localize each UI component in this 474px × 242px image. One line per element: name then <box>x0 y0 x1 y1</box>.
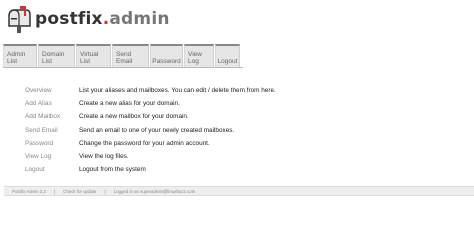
add-alias-link[interactable]: Add Alias <box>25 100 79 107</box>
logo-name-admin: admin <box>109 9 170 29</box>
list-item: View Log View the log files. <box>25 150 276 163</box>
footer: Postfix Admin 2.2 | Check for update | L… <box>4 186 474 196</box>
list-item: Overview List your aliases and mailboxes… <box>25 84 276 97</box>
list-item: Password Change the password for your ad… <box>25 137 276 150</box>
password-description: Change the password for your admin accou… <box>79 139 210 147</box>
list-item: Add Alias Create a new alias for your do… <box>25 97 276 110</box>
add-alias-description: Create a new alias for your domain. <box>79 100 180 108</box>
send-email-description: Send an email to one of your newly creat… <box>79 126 235 134</box>
footer-separator: | <box>53 188 56 194</box>
menu-password[interactable]: Password <box>150 44 183 68</box>
postfixadmin-page: postfix.admin Admin List Domain List Vir… <box>0 0 474 242</box>
logo-name-main: postfix <box>35 9 103 29</box>
overview-description: List your aliases and mailboxes. You can… <box>79 87 276 95</box>
menu-logout[interactable]: Logout <box>215 44 240 68</box>
menu-send-email[interactable]: Send Email <box>112 44 149 68</box>
footer-version[interactable]: Postfix Admin 2.2 <box>12 189 46 194</box>
menu-virtual-list[interactable]: Virtual List <box>76 44 111 68</box>
overview-list: Overview List your aliases and mailboxes… <box>25 84 276 176</box>
list-item: Logout Logout from the system <box>25 163 276 176</box>
list-item: Add Mailbox Create a new mailbox for you… <box>25 110 276 123</box>
view-log-link[interactable]: View Log <box>25 153 79 160</box>
add-mailbox-description: Create a new mailbox for your domain. <box>79 113 189 121</box>
footer-logged-in: Logged in as superadmin@linuxbuzz.com <box>113 188 196 194</box>
send-email-link[interactable]: Send Email <box>25 127 79 134</box>
menu-admin-list[interactable]: Admin List <box>3 44 37 68</box>
logo[interactable]: postfix.admin <box>5 4 170 34</box>
logout-description: Logout from the system <box>79 166 146 174</box>
password-link[interactable]: Password <box>25 140 79 147</box>
logout-link[interactable]: Logout <box>25 166 79 173</box>
mailbox-icon <box>8 6 31 33</box>
logo-text: postfix.admin <box>35 9 170 29</box>
menu-domain-list[interactable]: Domain List <box>38 44 75 68</box>
menu-view-log[interactable]: View Log <box>184 44 214 68</box>
view-log-description: View the log files. <box>79 153 129 161</box>
footer-separator: | <box>104 188 106 194</box>
list-item: Send Email Send an email to one of your … <box>25 124 276 137</box>
add-mailbox-link[interactable]: Add Mailbox <box>25 113 79 120</box>
overview-link[interactable]: Overview <box>25 87 79 94</box>
footer-update-link[interactable]: Check for update <box>63 189 96 194</box>
menu-divider <box>3 67 243 68</box>
main-menu: Admin List Domain List Virtual List Send… <box>3 44 241 68</box>
